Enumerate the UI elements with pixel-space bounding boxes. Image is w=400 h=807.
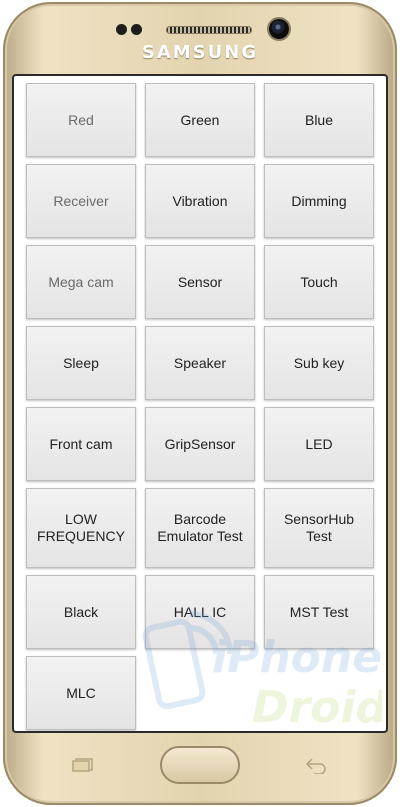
test-button-sleep[interactable]: Sleep <box>26 326 136 400</box>
test-button-speaker[interactable]: Speaker <box>145 326 255 400</box>
test-button-red[interactable]: Red <box>26 83 136 157</box>
test-button-mega-cam[interactable]: Mega cam <box>26 245 136 319</box>
test-button-led[interactable]: LED <box>264 407 374 481</box>
test-button-touch[interactable]: Touch <box>264 245 374 319</box>
test-button-sensorhub[interactable]: SensorHub Test <box>264 488 374 568</box>
screen: Red Green Blue Receiver Vibration Dimmin… <box>12 74 388 733</box>
test-button-sub-key[interactable]: Sub key <box>264 326 374 400</box>
front-camera-icon <box>269 19 289 39</box>
back-key-icon[interactable] <box>304 756 328 774</box>
test-button-front-cam[interactable]: Front cam <box>26 407 136 481</box>
proximity-sensor-icon <box>116 24 127 35</box>
test-button-vibration[interactable]: Vibration <box>145 164 255 238</box>
earpiece-speaker-icon <box>166 26 252 34</box>
test-button-mst-test[interactable]: MST Test <box>264 575 374 649</box>
test-button-dimming[interactable]: Dimming <box>264 164 374 238</box>
test-button-grip-sensor[interactable]: GripSensor <box>145 407 255 481</box>
light-sensor-icon <box>131 24 142 35</box>
recents-key-icon[interactable] <box>72 758 94 772</box>
test-button-low-frequency[interactable]: LOW FREQUENCY <box>26 488 136 568</box>
test-button-black[interactable]: Black <box>26 575 136 649</box>
brand-logo: SAMSUNG <box>141 42 259 63</box>
test-button-sensor[interactable]: Sensor <box>145 245 255 319</box>
test-button-blue[interactable]: Blue <box>264 83 374 157</box>
home-button[interactable] <box>160 746 240 784</box>
watermark-line2: Droid <box>252 682 382 733</box>
test-button-hall-ic[interactable]: HALL IC <box>145 575 255 649</box>
test-button-receiver[interactable]: Receiver <box>26 164 136 238</box>
sensor-dots <box>116 22 150 36</box>
test-button-green[interactable]: Green <box>145 83 255 157</box>
test-button-mlc[interactable]: MLC <box>26 656 136 730</box>
test-button-barcode-emulator[interactable]: Barcode Emulator Test <box>145 488 255 568</box>
